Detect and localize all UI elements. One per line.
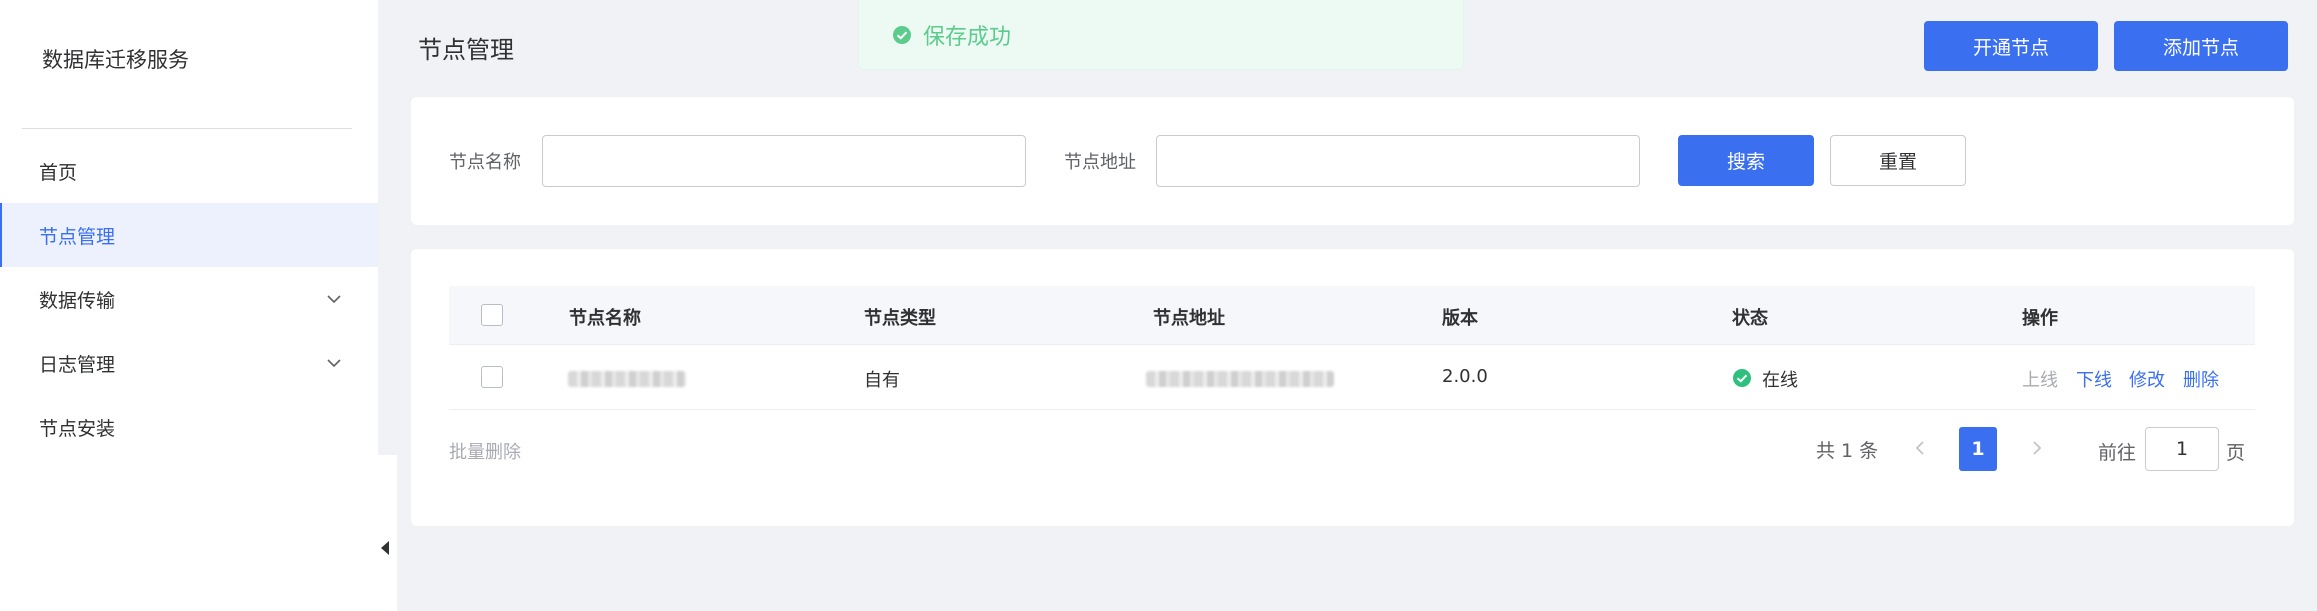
column-header-address: 节点地址 (1153, 308, 1225, 329)
sidebar-menu: 首页 节点管理 数据传输 日志管理 节点安装 (0, 139, 378, 459)
table-header (449, 286, 2255, 345)
sidebar-item-label: 数据传输 (39, 289, 116, 312)
check-circle-icon (893, 25, 911, 44)
sidebar-item-node-management[interactable]: 节点管理 (0, 203, 378, 267)
online-action-link: 上线 (2022, 370, 2058, 391)
node-address-label: 节点地址 (1064, 152, 1136, 173)
brand-title: 数据库迁移服务 (42, 48, 189, 72)
search-button[interactable]: 搜索 (1678, 135, 1814, 186)
row-checkbox[interactable] (481, 366, 503, 388)
caret-left-icon[interactable] (381, 541, 389, 555)
chevron-right-icon[interactable] (2027, 438, 2047, 458)
chevron-down-icon (327, 295, 341, 304)
column-header-version: 版本 (1442, 308, 1478, 329)
redacted-node-name (568, 371, 686, 387)
success-toast: 保存成功 (858, 0, 1464, 70)
batch-delete-button: 批量删除 (449, 442, 521, 463)
sidebar-item-label: 日志管理 (39, 353, 116, 376)
sidebar-item-label: 首页 (39, 161, 78, 184)
delete-action-link[interactable]: 删除 (2183, 366, 2219, 392)
redacted-node-address (1146, 371, 1334, 387)
node-name-label: 节点名称 (449, 152, 521, 173)
sidebar-item-log-management[interactable]: 日志管理 (0, 331, 378, 395)
goto-page-input[interactable] (2145, 427, 2219, 471)
sidebar: 数据库迁移服务 首页 节点管理 数据传输 日志管理 节点安装 (0, 0, 378, 611)
column-header-actions: 操作 (2022, 308, 2058, 329)
sidebar-item-label: 节点安装 (39, 417, 116, 440)
total-count: 共 1 条 (1816, 440, 1879, 462)
node-name-input[interactable] (542, 135, 1026, 187)
sidebar-item-home[interactable]: 首页 (0, 139, 378, 203)
node-address-input[interactable] (1156, 135, 1640, 187)
sidebar-item-node-install[interactable]: 节点安装 (0, 395, 378, 459)
goto-unit: 页 (2226, 442, 2246, 464)
cell-version: 2.0.0 (1442, 366, 1488, 387)
chevron-down-icon (327, 359, 341, 368)
add-node-button[interactable]: 添加节点 (2114, 21, 2288, 71)
online-status-icon (1733, 369, 1751, 387)
edit-action-link[interactable]: 修改 (2129, 366, 2165, 392)
chevron-left-icon[interactable] (1910, 438, 1930, 458)
cell-status: 在线 (1762, 370, 1798, 391)
column-header-status: 状态 (1732, 308, 1768, 329)
toast-message: 保存成功 (923, 24, 1012, 50)
brand-divider (22, 128, 352, 129)
column-header-name: 节点名称 (569, 308, 641, 329)
page-title: 节点管理 (418, 36, 514, 64)
column-header-type: 节点类型 (864, 308, 936, 329)
row-divider (449, 409, 2255, 410)
reset-button[interactable]: 重置 (1830, 135, 1966, 186)
goto-label: 前往 (2098, 442, 2137, 464)
offline-action-link[interactable]: 下线 (2076, 366, 2112, 392)
cell-node-type: 自有 (864, 370, 900, 391)
page-number-button[interactable]: 1 (1959, 427, 1997, 471)
sidebar-item-label: 节点管理 (39, 225, 116, 248)
sidebar-collapse-tab[interactable] (355, 455, 397, 611)
select-all-checkbox[interactable] (481, 304, 503, 326)
sidebar-item-data-transfer[interactable]: 数据传输 (0, 267, 378, 331)
open-node-button[interactable]: 开通节点 (1924, 21, 2098, 71)
